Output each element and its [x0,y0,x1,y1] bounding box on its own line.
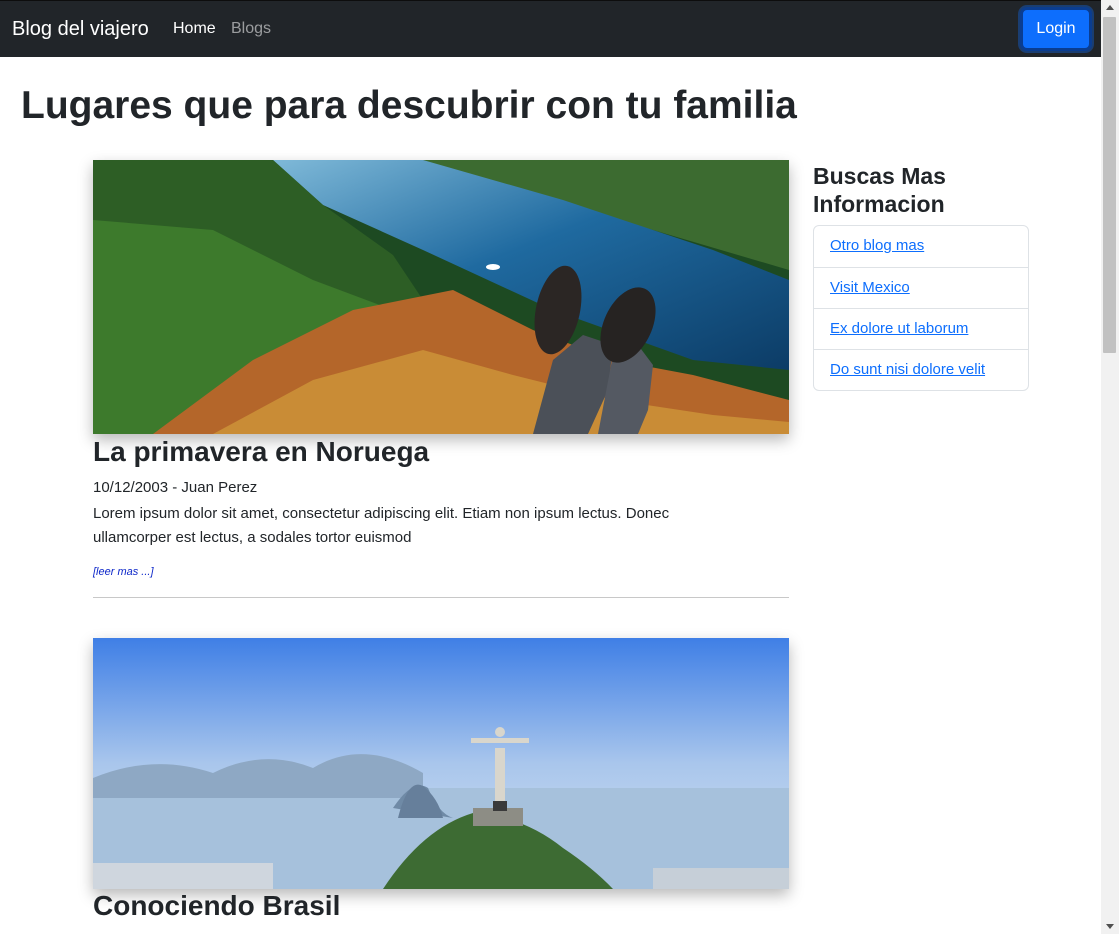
sidebar-link-do-sunt[interactable]: Do sunt nisi dolore velit [830,361,985,378]
post-divider [93,597,789,598]
post-title[interactable]: Conociendo Brasil [93,890,340,922]
page-title: Lugares que para descubrir con tu famili… [21,84,797,127]
sidebar-title: Buscas Mas Informacion [813,163,946,217]
sidebar-link-item: Do sunt nisi dolore velit [814,349,1028,390]
brand-logo-text[interactable]: Blog del viajero [12,18,149,41]
read-more-link[interactable]: [leer mas ...] [93,566,154,578]
sidebar-link-item: Otro blog mas [814,226,1028,267]
vertical-scrollbar[interactable] [1101,0,1119,934]
scroll-down-arrow-icon[interactable] [1106,924,1114,929]
sidebar-link-otro-blog[interactable]: Otro blog mas [830,237,924,254]
browser-viewport: Blog del viajero Home Blogs Login Lugare… [0,0,1119,934]
sidebar-link-ex-dolore[interactable]: Ex dolore ut laborum [830,320,968,337]
nav-link-home[interactable]: Home [173,20,216,38]
nav-link-blogs[interactable]: Blogs [231,20,271,38]
post-title[interactable]: La primavera en Noruega [93,436,429,468]
sidebar-link-list: Otro blog mas Visit Mexico Ex dolore ut … [813,225,1029,391]
sidebar-link-item: Ex dolore ut laborum [814,308,1028,349]
scrollbar-thumb[interactable] [1103,17,1116,353]
post-excerpt: Lorem ipsum dolor sit amet, consectetur … [93,505,670,546]
norway-fjord-illustration [93,160,789,434]
scroll-up-arrow-icon[interactable] [1106,5,1114,10]
post-image-rio-christ-redeemer[interactable] [93,638,789,889]
login-button[interactable]: Login [1020,7,1092,51]
top-navbar: Blog del viajero Home Blogs Login [0,0,1101,57]
sidebar-link-visit-mexico[interactable]: Visit Mexico [830,279,910,296]
post-meta: 10/12/2003 - Juan Perez [93,479,258,496]
rio-illustration [93,638,789,889]
sidebar-link-item: Visit Mexico [814,267,1028,308]
post-image-norway-fjord[interactable] [93,160,789,434]
